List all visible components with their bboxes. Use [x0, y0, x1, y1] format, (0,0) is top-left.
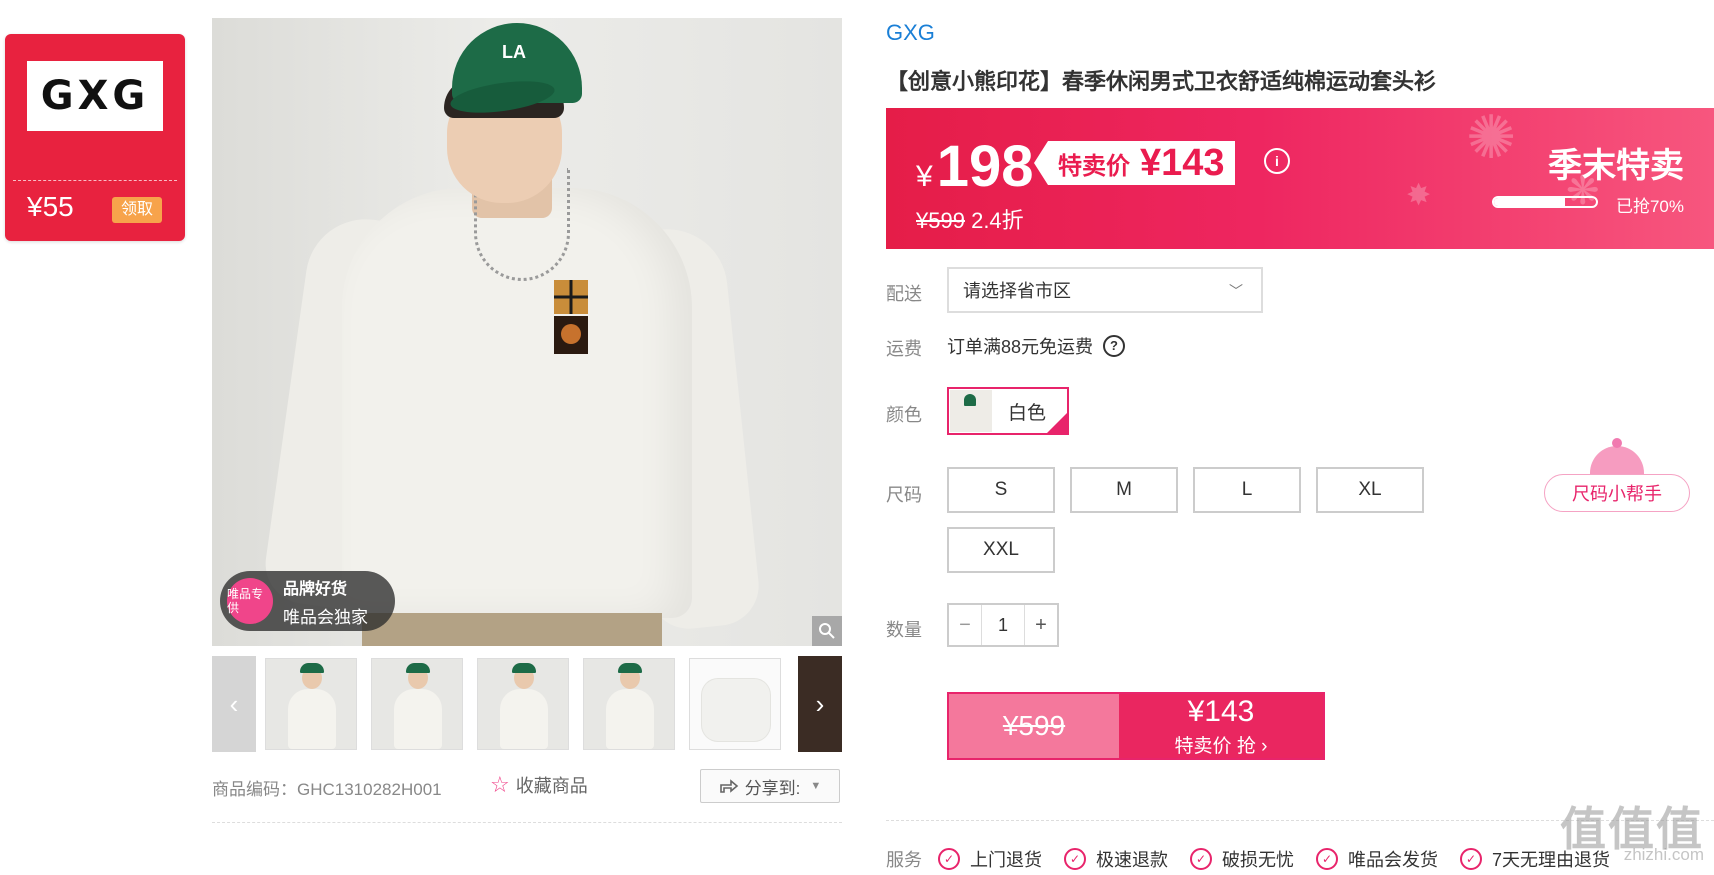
- coupon-amount: ¥55: [27, 191, 74, 222]
- quantity-stepper[interactable]: − 1 +: [947, 603, 1059, 647]
- size-option-s[interactable]: S: [947, 467, 1055, 513]
- caret-down-icon: ▼: [810, 780, 822, 792]
- product-title: 【创意小熊印花】春季休闲男式卫衣舒适纯棉运动套头衫: [886, 69, 1437, 94]
- service-item: ✓ 极速退款: [1064, 846, 1168, 872]
- coupon-divider: [13, 180, 177, 181]
- thumbnail-strip: ‹ ›: [212, 656, 842, 752]
- exclusive-badge: 唯品专供 品牌好货 唯品会独家: [220, 571, 395, 631]
- quantity-value[interactable]: 1: [981, 605, 1025, 645]
- minus-button[interactable]: −: [949, 605, 981, 645]
- check-icon: ✓: [1460, 848, 1482, 870]
- color-option-white[interactable]: 白色: [947, 387, 1069, 435]
- badge-circle: 唯品专供: [227, 578, 273, 624]
- buy-action-label: 特卖价 抢 ›: [1174, 735, 1268, 757]
- thumbnail[interactable]: [689, 658, 781, 750]
- service-item: ✓ 破损无忧: [1190, 846, 1294, 872]
- buy-price: ¥143: [1187, 694, 1255, 728]
- help-icon[interactable]: ?: [1103, 335, 1126, 357]
- sold-progress-label: 已抢70%: [1615, 197, 1684, 216]
- coupon-card[interactable]: GXG ¥55 领取: [5, 34, 185, 241]
- service-item: ✓ 唯品会发货: [1316, 846, 1438, 872]
- price-banner: ✺ ❋ ✸ ¥ 198 特卖价 ¥143 i ¥599 2.4折 季末特卖 已抢…: [886, 108, 1714, 249]
- check-icon: ✓: [1316, 848, 1338, 870]
- buy-original-price: ¥599: [949, 694, 1119, 758]
- share-dropdown[interactable]: 分享到: ▼: [700, 769, 840, 803]
- service-item: ✓ 上门退货: [938, 846, 1042, 872]
- buy-button[interactable]: ¥599 ¥143 特卖价 抢 ›: [947, 692, 1325, 760]
- color-swatch: [950, 390, 992, 432]
- check-icon: ✓: [1190, 848, 1212, 870]
- region-select[interactable]: 请选择省市区 ﹀: [947, 267, 1263, 313]
- freight-info: 订单满88元免运费 ?: [947, 333, 1126, 359]
- thumbnail[interactable]: [583, 658, 675, 750]
- special-price-tag: 特卖价 ¥143: [1034, 141, 1235, 185]
- check-icon: ✓: [938, 848, 960, 870]
- services-row: 服务 ✓ 上门退货 ✓ 极速退款 ✓ 破损无忧 ✓ 唯品会发货 ✓ 7天无理由退货: [886, 846, 1632, 872]
- thumbnail[interactable]: [477, 658, 569, 750]
- chevron-down-icon: ﹀: [1229, 283, 1243, 299]
- thumbnail[interactable]: [371, 658, 463, 750]
- current-price: ¥ 198: [916, 134, 1034, 199]
- thumbnail[interactable]: [265, 658, 357, 750]
- size-option-l[interactable]: L: [1193, 467, 1301, 513]
- quantity-label: 数量: [886, 620, 922, 640]
- claim-coupon-button[interactable]: 领取: [112, 197, 162, 223]
- services-label: 服务: [886, 850, 922, 870]
- size-option-m[interactable]: M: [1070, 467, 1178, 513]
- sold-progress-bar: [1492, 196, 1598, 208]
- product-code: 商品编码：GHC1310282H001: [212, 780, 442, 799]
- star-icon: ☆: [490, 772, 510, 797]
- share-icon: [719, 779, 738, 793]
- selected-check-icon: [1047, 413, 1067, 433]
- check-icon: ✓: [1064, 848, 1086, 870]
- favorite-label: 收藏商品: [515, 776, 588, 796]
- size-helper-button[interactable]: 尺码小帮手: [1544, 474, 1690, 512]
- brand-link[interactable]: GXG: [886, 20, 935, 46]
- divider: [212, 822, 842, 823]
- product-main-image[interactable]: LA 唯品专供 品牌好货 唯品会独家: [212, 18, 842, 646]
- info-icon[interactable]: i: [1264, 148, 1290, 174]
- search-icon[interactable]: [812, 616, 842, 646]
- size-option-xxl[interactable]: XXL: [947, 527, 1055, 573]
- size-label: 尺码: [886, 485, 922, 505]
- badge-title: 品牌好货: [283, 580, 348, 598]
- chevron-right-icon[interactable]: ›: [798, 656, 842, 752]
- badge-subtitle: 唯品会独家: [283, 607, 368, 627]
- chevron-left-icon[interactable]: ‹: [212, 656, 256, 752]
- brand-logo: GXG: [27, 61, 163, 131]
- event-label: 季末特卖: [1548, 147, 1684, 185]
- color-label: 颜色: [886, 405, 922, 425]
- size-option-xl[interactable]: XL: [1316, 467, 1424, 513]
- delivery-label: 配送: [886, 284, 922, 304]
- favorite-button[interactable]: ☆ 收藏商品: [490, 772, 588, 798]
- freight-label: 运费: [886, 339, 922, 359]
- watermark-url: zhizhi.com: [1623, 845, 1704, 864]
- share-label: 分享到:: [744, 778, 801, 798]
- original-price: ¥599 2.4折: [916, 208, 1024, 233]
- plus-button[interactable]: +: [1025, 605, 1057, 645]
